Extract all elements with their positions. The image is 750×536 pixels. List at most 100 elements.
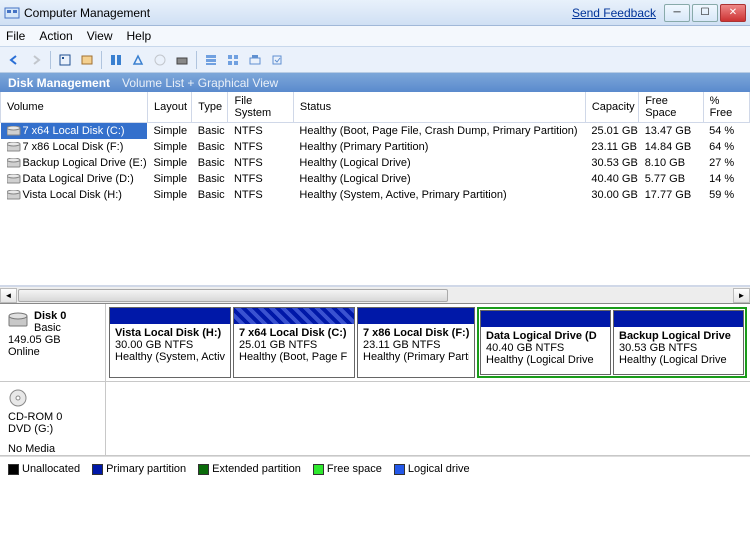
volume-table[interactable]: Volume Layout Type File System Status Ca… bbox=[0, 92, 750, 203]
volume-icon bbox=[7, 174, 21, 184]
toolbar-icon-9[interactable] bbox=[245, 50, 265, 70]
send-feedback-link[interactable]: Send Feedback bbox=[572, 6, 656, 20]
legend-unallocated: Unallocated bbox=[8, 463, 80, 475]
cdrom-icon bbox=[8, 388, 97, 411]
back-button[interactable] bbox=[4, 50, 24, 70]
maximize-button[interactable]: ☐ bbox=[692, 4, 718, 22]
partition-name: Backup Logical Drive bbox=[619, 330, 738, 342]
cell-free: 14.84 GB bbox=[639, 139, 703, 155]
menu-help[interactable]: Help bbox=[127, 29, 152, 43]
minimize-button[interactable]: ─ bbox=[664, 4, 690, 22]
cell-free: 17.77 GB bbox=[639, 187, 703, 203]
cell-layout: Simple bbox=[147, 155, 191, 171]
titlebar: Computer Management Send Feedback ─ ☐ ✕ bbox=[0, 0, 750, 26]
cell-fs: NTFS bbox=[228, 171, 293, 187]
cdrom-row[interactable]: CD-ROM 0 DVD (G:) No Media bbox=[0, 382, 750, 456]
cdrom-sub: DVD (G:) bbox=[8, 423, 97, 435]
partition-bar bbox=[481, 311, 610, 327]
scroll-thumb[interactable] bbox=[18, 289, 448, 302]
partition[interactable]: 7 x86 Local Disk (F:)23.11 GB NTFSHealth… bbox=[357, 307, 475, 378]
partition-body: Data Logical Drive (D40.40 GB NTFSHealth… bbox=[481, 327, 610, 374]
disk-icon bbox=[8, 310, 28, 330]
horizontal-scrollbar[interactable]: ◄ ► bbox=[0, 286, 750, 303]
partition-name: Data Logical Drive (D bbox=[486, 330, 605, 342]
scroll-right-arrow[interactable]: ► bbox=[733, 288, 750, 303]
volume-icon bbox=[7, 142, 21, 152]
legend-primary: Primary partition bbox=[92, 463, 186, 475]
toolbar bbox=[0, 47, 750, 73]
partition-bar bbox=[234, 308, 354, 324]
help-icon[interactable] bbox=[150, 50, 170, 70]
cell-free: 8.10 GB bbox=[639, 155, 703, 171]
cell-status: Healthy (Boot, Page File, Crash Dump, Pr… bbox=[293, 123, 585, 140]
col-capacity[interactable]: Capacity bbox=[585, 92, 638, 123]
extended-partition-group: Data Logical Drive (D40.40 GB NTFSHealth… bbox=[477, 307, 747, 378]
partition[interactable]: Data Logical Drive (D40.40 GB NTFSHealth… bbox=[480, 310, 611, 375]
cell-pct: 54 % bbox=[703, 123, 749, 140]
cell-volume: Data Logical Drive (D:) bbox=[1, 171, 148, 187]
scroll-track[interactable] bbox=[17, 288, 733, 303]
toolbar-icon-8[interactable] bbox=[223, 50, 243, 70]
partition-size: 30.53 GB NTFS bbox=[619, 342, 738, 354]
col-status[interactable]: Status bbox=[293, 92, 585, 123]
menu-action[interactable]: Action bbox=[39, 29, 72, 43]
partition-status: Healthy (Boot, Page F bbox=[239, 351, 349, 363]
cdrom-state: No Media bbox=[8, 443, 97, 455]
partition[interactable]: Vista Local Disk (H:)30.00 GB NTFSHealth… bbox=[109, 307, 231, 378]
toolbar-icon-1[interactable] bbox=[55, 50, 75, 70]
disk-state: Online bbox=[8, 346, 97, 358]
cell-free: 5.77 GB bbox=[639, 171, 703, 187]
table-header-row: Volume Layout Type File System Status Ca… bbox=[1, 92, 750, 123]
refresh-icon[interactable] bbox=[106, 50, 126, 70]
cdrom-name: CD-ROM 0 bbox=[8, 411, 97, 423]
cell-fs: NTFS bbox=[228, 187, 293, 203]
cell-type: Basic bbox=[192, 139, 228, 155]
forward-button[interactable] bbox=[26, 50, 46, 70]
app-icon bbox=[4, 5, 20, 21]
scroll-left-arrow[interactable]: ◄ bbox=[0, 288, 17, 303]
menu-file[interactable]: File bbox=[6, 29, 25, 43]
cell-status: Healthy (System, Active, Primary Partiti… bbox=[293, 187, 585, 203]
legend-extended: Extended partition bbox=[198, 463, 301, 475]
disk-header: Disk 0 Basic 149.05 GB Online bbox=[0, 304, 106, 381]
cell-layout: Simple bbox=[147, 171, 191, 187]
window-title: Computer Management bbox=[24, 6, 150, 20]
table-row[interactable]: Vista Local Disk (H:)SimpleBasicNTFSHeal… bbox=[1, 187, 750, 203]
table-row[interactable]: 7 x64 Local Disk (C:)SimpleBasicNTFSHeal… bbox=[1, 123, 750, 140]
col-layout[interactable]: Layout bbox=[147, 92, 191, 123]
volume-icon bbox=[7, 158, 21, 168]
partition-status: Healthy (Logical Drive bbox=[619, 354, 738, 366]
table-row[interactable]: Data Logical Drive (D:)SimpleBasicNTFSHe… bbox=[1, 171, 750, 187]
menu-view[interactable]: View bbox=[87, 29, 113, 43]
toolbar-icon-4[interactable] bbox=[128, 50, 148, 70]
cell-pct: 27 % bbox=[703, 155, 749, 171]
toolbar-icon-10[interactable] bbox=[267, 50, 287, 70]
toolbar-icon-2[interactable] bbox=[77, 50, 97, 70]
table-row[interactable]: Backup Logical Drive (E:)SimpleBasicNTFS… bbox=[1, 155, 750, 171]
col-volume[interactable]: Volume bbox=[1, 92, 148, 123]
partition-body: 7 x86 Local Disk (F:)23.11 GB NTFSHealth… bbox=[358, 324, 474, 377]
col-pct[interactable]: % Free bbox=[703, 92, 749, 123]
col-type[interactable]: Type bbox=[192, 92, 228, 123]
volume-icon bbox=[7, 126, 21, 136]
partition-status: Healthy (Logical Drive bbox=[486, 354, 605, 366]
cell-capacity: 40.40 GB bbox=[585, 171, 638, 187]
col-free[interactable]: Free Space bbox=[639, 92, 703, 123]
partition-size: 30.00 GB NTFS bbox=[115, 339, 225, 351]
partition-size: 40.40 GB NTFS bbox=[486, 342, 605, 354]
partition[interactable]: 7 x64 Local Disk (C:)25.01 GB NTFSHealth… bbox=[233, 307, 355, 378]
partition-bar bbox=[358, 308, 474, 324]
partition-status: Healthy (Primary Parti bbox=[363, 351, 469, 363]
disk-row-0[interactable]: Disk 0 Basic 149.05 GB Online Vista Loca… bbox=[0, 304, 750, 382]
section-title: Disk Management bbox=[8, 76, 110, 90]
col-filesystem[interactable]: File System bbox=[228, 92, 293, 123]
cell-pct: 14 % bbox=[703, 171, 749, 187]
section-subtitle: Volume List + Graphical View bbox=[122, 76, 278, 90]
toolbar-icon-6[interactable] bbox=[172, 50, 192, 70]
toolbar-icon-7[interactable] bbox=[201, 50, 221, 70]
close-button[interactable]: ✕ bbox=[720, 4, 746, 22]
partition-body: 7 x64 Local Disk (C:)25.01 GB NTFSHealth… bbox=[234, 324, 354, 377]
table-row[interactable]: 7 x86 Local Disk (F:)SimpleBasicNTFSHeal… bbox=[1, 139, 750, 155]
partition[interactable]: Backup Logical Drive30.53 GB NTFSHealthy… bbox=[613, 310, 744, 375]
cell-volume: 7 x64 Local Disk (C:) bbox=[1, 123, 148, 140]
